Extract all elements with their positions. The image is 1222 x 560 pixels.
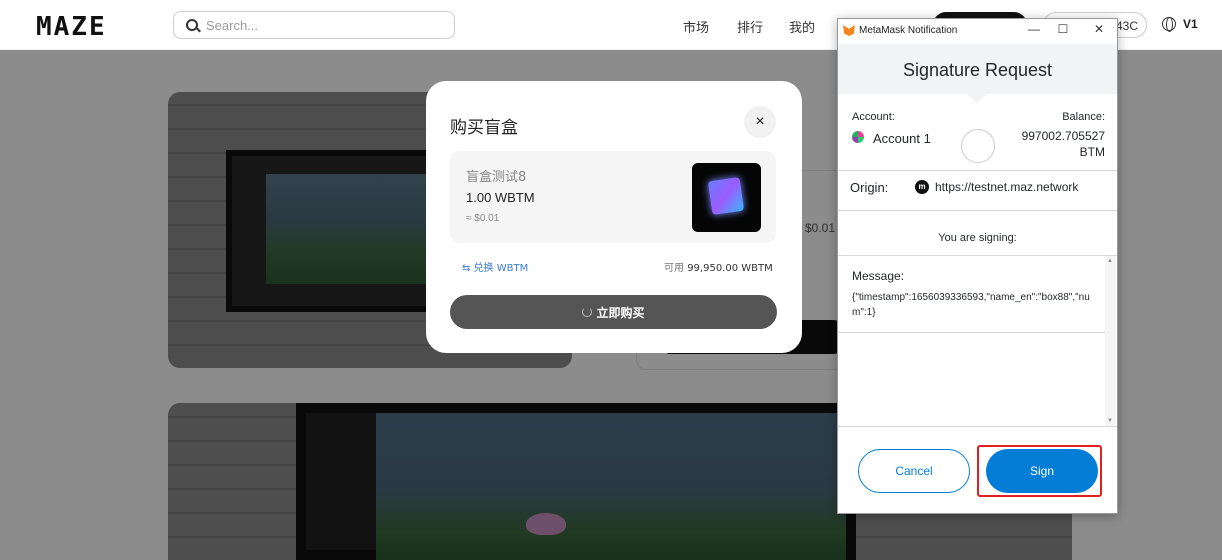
- account-label: Account:: [852, 111, 895, 123]
- version-label[interactable]: V1: [1183, 17, 1198, 31]
- signature-header: Signature Request: [838, 44, 1117, 94]
- signature-heading: Signature Request: [902, 60, 1053, 80]
- available-balance: 可用 99,950.00 WBTM: [664, 259, 773, 274]
- maximize-button[interactable]: ☐: [1053, 22, 1073, 36]
- divider: [838, 332, 1105, 333]
- balance-value: 997002.705527 BTM: [1021, 129, 1105, 159]
- item-usd-price: ≈ $0.01: [466, 213, 500, 224]
- message-panel[interactable]: Message: {"timestamp":1656039336593,"nam…: [838, 256, 1117, 426]
- header-notch: [967, 94, 987, 103]
- message-text: {"timestamp":1656039336593,"name_en":"bo…: [852, 292, 1090, 318]
- nav-item-ranking[interactable]: 排行: [737, 17, 763, 36]
- balance-label: Balance:: [1062, 111, 1105, 123]
- origin-label: Origin:: [850, 180, 889, 195]
- search-placeholder: Search...: [206, 17, 259, 33]
- blindbox-thumbnail: [692, 163, 761, 232]
- search-icon: [186, 19, 198, 31]
- window-titlebar[interactable]: MetaMask Notification — ☐ ✕: [838, 19, 1117, 44]
- cancel-button[interactable]: Cancel: [858, 449, 970, 493]
- globe-icon[interactable]: [1162, 17, 1176, 32]
- available-value: 99,950.00 WBTM: [687, 263, 773, 274]
- cube-icon: [707, 176, 745, 216]
- loading-spinner-icon: [582, 307, 593, 317]
- sign-button-highlight: [977, 445, 1102, 497]
- swap-wbtm-link[interactable]: ⇆ 兑换 WBTM: [462, 259, 528, 274]
- modal-title: 购买盲盒: [450, 118, 518, 138]
- scroll-up-arrow-icon[interactable]: ▲: [1107, 258, 1113, 264]
- item-summary: 盲盒测试8 1.00 WBTM ≈ $0.01: [450, 151, 776, 243]
- window-close-button[interactable]: ✕: [1089, 22, 1109, 36]
- account-name: Account 1: [873, 131, 931, 146]
- divider: [838, 170, 1117, 171]
- nav-item-mine[interactable]: 我的: [789, 17, 815, 36]
- message-scrollbar[interactable]: ▲ ▼: [1105, 256, 1116, 426]
- origin-url: https://testnet.maz.network: [935, 180, 1079, 194]
- item-price: 1.00 WBTM: [466, 190, 535, 205]
- search-input[interactable]: Search...: [173, 11, 455, 39]
- site-favicon-icon: m: [915, 180, 929, 194]
- account-avatar: [852, 131, 864, 143]
- available-label: 可用: [664, 263, 684, 274]
- window-title: MetaMask Notification: [859, 25, 958, 36]
- account-identicon: [961, 129, 995, 163]
- divider: [838, 426, 1117, 427]
- buy-now-label: 立即购买: [596, 305, 645, 320]
- buy-blindbox-modal: 购买盲盒 × 盲盒测试8 1.00 WBTM ≈ $0.01 ⇆ 兑换 WBTM…: [426, 81, 802, 353]
- nav-item-market[interactable]: 市场: [683, 17, 709, 36]
- scroll-down-arrow-icon[interactable]: ▼: [1107, 418, 1113, 424]
- metamask-fox-icon: [843, 25, 855, 36]
- metamask-window: MetaMask Notification — ☐ ✕ Signature Re…: [837, 18, 1118, 514]
- divider: [838, 210, 1117, 211]
- item-name: 盲盒测试8: [466, 170, 527, 185]
- minimize-button[interactable]: —: [1024, 22, 1044, 36]
- signing-notice: You are signing:: [938, 232, 1017, 244]
- maze-logo[interactable]: MAZE: [36, 12, 107, 42]
- message-label: Message:: [852, 269, 905, 283]
- close-button[interactable]: ×: [744, 106, 776, 138]
- buy-now-button[interactable]: 立即购买: [450, 295, 777, 329]
